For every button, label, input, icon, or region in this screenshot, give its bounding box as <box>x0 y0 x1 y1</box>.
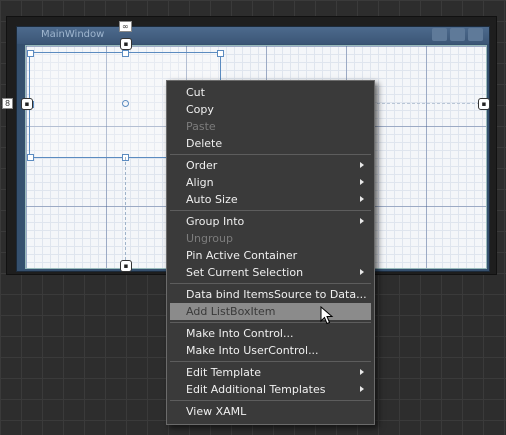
menu-separator <box>170 322 371 323</box>
menu-separator <box>170 154 371 155</box>
menu-item-auto-size[interactable]: Auto Size <box>170 191 371 208</box>
submenu-arrow-icon <box>360 196 364 202</box>
menu-separator <box>170 400 371 401</box>
menu-item-add-listboxitem[interactable]: Add ListBoxItem <box>170 303 371 320</box>
width-badge: ∞ <box>119 21 132 32</box>
submenu-arrow-icon <box>360 369 364 375</box>
menu-item-ungroup: Ungroup <box>186 232 233 245</box>
menu-item-set-current-selection[interactable]: Set Current Selection <box>170 264 371 281</box>
resize-handle[interactable] <box>27 154 34 161</box>
resize-handle[interactable] <box>122 50 129 57</box>
submenu-arrow-icon <box>360 269 364 275</box>
rotation-center[interactable] <box>122 100 129 107</box>
submenu-arrow-icon <box>360 179 364 185</box>
margin-guide-horizontal <box>372 103 480 104</box>
menu-item-copy[interactable]: Copy <box>170 101 371 118</box>
menu-separator <box>170 283 371 284</box>
mouse-cursor-icon <box>320 306 334 325</box>
resize-handle[interactable] <box>217 50 224 57</box>
submenu-arrow-icon <box>360 386 364 392</box>
pin-left-icon[interactable]: ▪ <box>21 98 33 110</box>
menu-item-pin-active-container[interactable]: Pin Active Container <box>170 247 371 264</box>
maximize-icon <box>450 28 465 41</box>
submenu-arrow-icon <box>360 218 364 224</box>
margin-guide-vertical <box>125 157 126 260</box>
menu-item-delete[interactable]: Delete <box>170 135 371 152</box>
submenu-arrow-icon <box>360 162 364 168</box>
window-titlebar: MainWindow <box>17 27 489 44</box>
menu-item-group-into[interactable]: Group Into <box>170 213 371 230</box>
context-menu: Cut Copy Paste Delete Order Align Auto S… <box>166 80 375 425</box>
menu-item-order[interactable]: Order <box>170 157 371 174</box>
menu-item-edit-template[interactable]: Edit Template <box>170 364 371 381</box>
menu-item-cut[interactable]: Cut <box>170 84 371 101</box>
menu-item-make-into-control[interactable]: Make Into Control... <box>170 325 371 342</box>
pin-top-icon[interactable]: ▪ <box>120 38 132 50</box>
close-icon <box>468 28 483 41</box>
menu-item-edit-additional-templates[interactable]: Edit Additional Templates <box>170 381 371 398</box>
menu-item-paste: Paste <box>186 120 216 133</box>
window-title: MainWindow <box>41 29 105 40</box>
menu-item-data-bind-itemssource[interactable]: Data bind ItemsSource to Data... <box>170 286 371 303</box>
minimize-icon <box>432 28 447 41</box>
menu-item-align[interactable]: Align <box>170 174 371 191</box>
menu-item-view-xaml[interactable]: View XAML <box>170 403 371 420</box>
pin-right-icon[interactable]: ▪ <box>478 98 490 110</box>
menu-separator <box>170 361 371 362</box>
menu-separator <box>170 210 371 211</box>
margin-badge: 8 <box>2 98 14 109</box>
menu-item-make-into-usercontrol[interactable]: Make Into UserControl... <box>170 342 371 359</box>
resize-handle[interactable] <box>27 50 34 57</box>
pin-bottom-icon[interactable]: ▪ <box>120 260 132 272</box>
